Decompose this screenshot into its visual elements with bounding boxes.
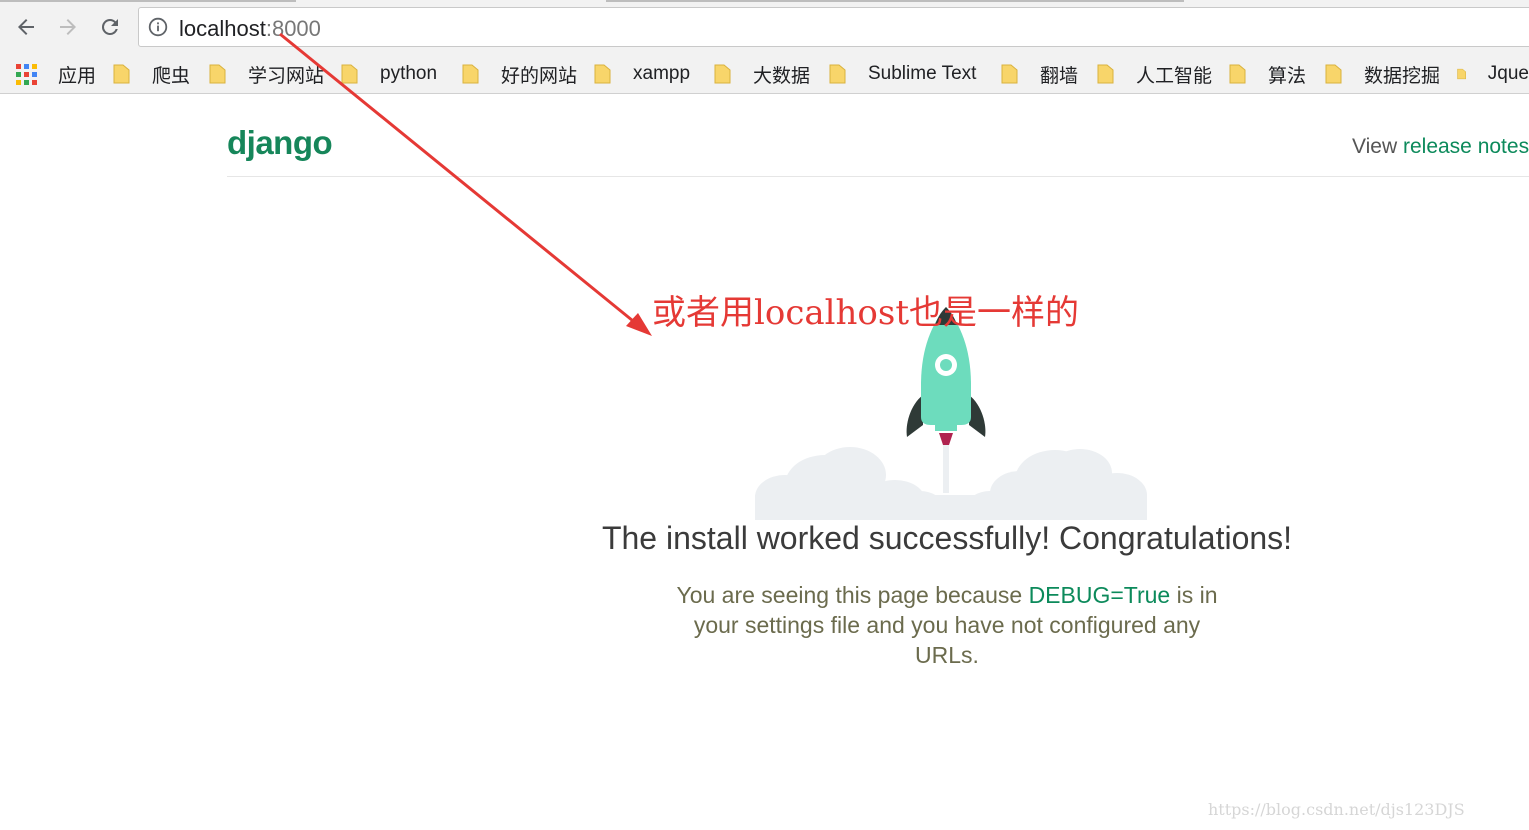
reload-button[interactable] [95,12,125,42]
rocket-illustration [755,305,1147,520]
bookmark-folder[interactable]: Sublime Text [829,61,976,87]
url-text[interactable]: localhost:8000 [179,16,321,42]
bookmark-folder[interactable]: 数据挖掘 [1325,61,1440,87]
release-notes-link[interactable]: release notes [1403,135,1529,158]
bookmark-folder[interactable]: 爬虫 [113,61,190,87]
django-logo[interactable]: django [227,124,333,162]
cloud-shape [755,447,1147,520]
url-host: localhost [179,16,266,41]
back-button[interactable] [11,12,41,42]
debug-flag: DEBUG=True [1028,582,1171,608]
bookmark-folder[interactable]: python [341,61,437,87]
apps-grid-icon [16,63,37,85]
success-headline: The install worked successfully! Congrat… [601,520,1293,556]
bookmark-label: 大数据 [753,65,811,87]
subtext-part1: You are seeing this page because [676,582,1029,608]
bookmark-label: Jque [1487,63,1529,84]
forward-arrow-icon [60,19,76,35]
release-notes: View release notes [1352,135,1529,159]
bookmark-folder[interactable]: xampp [594,61,690,87]
bookmark-label: python [380,63,438,84]
bookmark-apps[interactable]: 应用 [16,61,96,87]
annotation-text: 或者用localhost也是一样的 [652,293,1080,333]
forward-button[interactable] [53,12,83,42]
bookmark-folder[interactable]: 人工智能 [1097,61,1212,87]
success-subtext: You are seeing this page because DEBUG=T… [660,580,1234,670]
bookmark-label: xampp [633,63,691,84]
folder-icon [462,64,479,84]
back-arrow-icon [18,19,34,35]
bookmark-folder[interactable]: 翻墙 [1001,61,1078,87]
folder-icon [829,64,846,84]
folder-icon [1229,64,1246,84]
bookmarks-bar: 应用 爬虫 学习网站 python 好的网站 xampp 大数据 Sublime… [0,56,1529,94]
bookmark-folder[interactable]: 好的网站 [462,61,577,87]
folder-icon [714,64,731,84]
bookmark-label: 数据挖掘 [1364,65,1441,87]
address-bar[interactable]: localhost:8000 [138,7,1529,47]
watermark: https://blog.csdn.net/djs123DJS [1208,800,1465,819]
browser-toolbar: localhost:8000 [0,0,1529,56]
folder-icon [341,64,358,84]
folder-icon [1325,64,1342,84]
bookmark-label: 应用 [58,65,97,87]
reload-icon [101,18,118,35]
folder-icon [113,64,130,84]
tabstrip [0,0,1529,2]
folder-icon [594,64,611,84]
bookmark-label: 翻墙 [1040,65,1079,87]
info-icon[interactable] [148,17,168,37]
url-port: :8000 [265,16,321,41]
bookmark-folder[interactable]: 大数据 [714,61,810,87]
folder-icon [1001,64,1018,84]
bookmark-label: 好的网站 [501,65,578,87]
bookmark-label: 爬虫 [152,65,191,87]
bookmark-label: Sublime Text [868,63,977,84]
bookmark-label: 学习网站 [248,65,325,87]
folder-icon [1457,68,1466,80]
bookmark-label: 人工智能 [1136,65,1213,87]
folder-icon [1097,64,1114,84]
bookmark-folder[interactable]: 算法 [1229,61,1306,87]
header-divider [227,176,1529,177]
rocket-icon [755,307,1147,520]
bookmark-folder[interactable]: 学习网站 [209,61,324,87]
bookmark-label: 算法 [1268,65,1307,87]
folder-icon [209,64,226,84]
release-prefix: View [1352,135,1403,158]
bookmark-folder[interactable]: Jque [1457,61,1529,87]
